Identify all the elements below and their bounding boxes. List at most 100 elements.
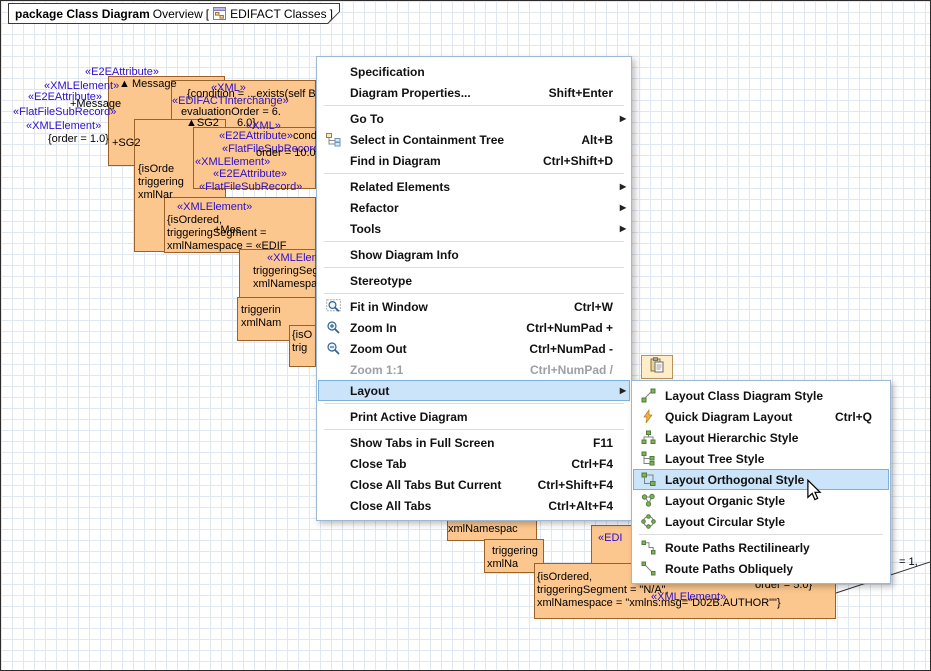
menu-item-refactor[interactable]: Refactor▶ (318, 197, 630, 218)
menu-item-label: Zoom In (350, 321, 397, 335)
menu-item-label: Find in Diagram (350, 154, 441, 168)
menu-item-related-elements[interactable]: Related Elements ▶ (318, 176, 630, 197)
stereotype-label: «EDI (598, 533, 622, 544)
menu-separator (324, 173, 624, 174)
diagram-text: xmlNamespace = "xmlns:msg="D02B.AUTHOR""… (537, 598, 781, 609)
menu-item-label: Close Tab (350, 457, 406, 471)
diagram-text: ▲ (119, 79, 130, 90)
lay-tree-icon (637, 451, 659, 467)
menu-item-shortcut: Ctrl+F4 (549, 457, 613, 471)
frame-keyword: package Class Diagram (15, 7, 150, 21)
stereotype-label: «FlatFileSubRecord» (199, 182, 302, 193)
menu-item-route-paths-obliquely[interactable]: Route Paths Obliquely (633, 558, 889, 579)
menu-item-label: Close All Tabs But Current (350, 478, 501, 492)
menu-item-layout[interactable]: Layout ▶ (318, 380, 630, 401)
menu-item-layout-class-diagram-style[interactable]: Layout Class Diagram Style (633, 385, 889, 406)
submenu-arrow-icon: ▶ (613, 182, 626, 191)
menu-item-label: Zoom Out (350, 342, 407, 356)
menu-icon-blank (322, 179, 344, 195)
menu-item-find-in-diagram[interactable]: Find in Diagram Ctrl+Shift+D (318, 150, 630, 171)
clipboard-button[interactable] (641, 355, 673, 379)
menu-item-label: Fit in Window (350, 300, 428, 314)
menu-item-close-tab[interactable]: Close Tab Ctrl+F4 (318, 453, 630, 474)
diagram-text: {isO (292, 330, 312, 341)
menu-icon-blank (322, 153, 344, 169)
menu-item-layout-hierarchic-style[interactable]: Layout Hierarchic Style (633, 427, 889, 448)
submenu-arrow-icon: ▶ (613, 203, 626, 212)
menu-icon-blank (322, 383, 344, 399)
lay-orth-icon (637, 472, 659, 488)
menu-item-shortcut: Ctrl+Q (813, 410, 872, 424)
submenu-arrow-icon: ▶ (613, 114, 626, 123)
route-rect-icon (637, 540, 659, 556)
stereotype-label: «E2EAttribute» (85, 67, 159, 78)
menu-item-shortcut: Ctrl+Shift+F4 (516, 478, 613, 492)
lay-quick-icon (637, 409, 659, 425)
menu-item-diagram-properties[interactable]: Diagram Properties...Shift+Enter (318, 82, 630, 103)
diagram-text: {isOrdered, (537, 572, 592, 583)
submenu-arrow-icon: ▶ (613, 386, 626, 395)
stereotype-label: «XMLElement» (177, 202, 252, 213)
menu-item-label: Layout Tree Style (665, 452, 764, 466)
menu-item-label: Related Elements (350, 180, 450, 194)
menu-item-show-diagram-info[interactable]: Show Diagram Info (318, 244, 630, 265)
menu-item-label: Route Paths Obliquely (665, 562, 793, 576)
menu-item-stereotype[interactable]: Stereotype (318, 270, 630, 291)
menu-item-close-all-tabs-but-current[interactable]: Close All Tabs But Current Ctrl+Shift+F4 (318, 474, 630, 495)
menu-item-print-active-diagram[interactable]: Print Active Diagram (318, 406, 630, 427)
menu-item-label: Layout (350, 384, 389, 398)
menu-item-label: Print Active Diagram (350, 410, 468, 424)
menu-item-show-tabs-in-full-screen[interactable]: Show Tabs in Full ScreenF11 (318, 432, 630, 453)
menu-item-zoom-in[interactable]: Zoom InCtrl+NumPad + (318, 317, 630, 338)
menu-item-go-to[interactable]: Go To ▶ (318, 108, 630, 129)
menu-icon-blank (322, 362, 344, 378)
menu-item-layout-organic-style[interactable]: Layout Organic Style (633, 490, 889, 511)
menu-item-zoom-out[interactable]: Zoom Out Ctrl+NumPad - (318, 338, 630, 359)
menu-item-fit-in-window[interactable]: Fit in WindowCtrl+W (318, 296, 630, 317)
diagram-text: xmlNar (138, 190, 173, 201)
menu-item-quick-diagram-layout[interactable]: Quick Diagram Layout Ctrl+Q (633, 406, 889, 427)
zoomout-icon (322, 341, 344, 357)
stereotype-label: «E2EAttribute» (213, 169, 287, 180)
menu-item-layout-tree-style[interactable]: Layout Tree Style (633, 448, 889, 469)
menu-icon-blank (322, 111, 344, 127)
class-diagram-icon (213, 7, 226, 20)
menu-item-label: Layout Hierarchic Style (665, 431, 798, 445)
diagram-text: xmlNam (241, 318, 281, 329)
menu-item-label: Show Diagram Info (350, 248, 459, 262)
route-obl-icon (637, 561, 659, 577)
menu-separator (324, 429, 624, 430)
menu-separator (324, 241, 624, 242)
diagram-text: ▲SG2 (186, 118, 219, 129)
menu-separator (324, 105, 624, 106)
menu-item-label: Quick Diagram Layout (665, 410, 792, 424)
menu-item-shortcut: Ctrl+Shift+D (521, 154, 613, 168)
menu-item-shortcut: Shift+Enter (527, 86, 613, 100)
submenu-arrow-icon: ▶ (613, 224, 626, 233)
menu-item-label: Layout Organic Style (665, 494, 785, 508)
menu-item-tools[interactable]: Tools▶ (318, 218, 630, 239)
stereotype-label: «E2EAttribute» (219, 131, 293, 142)
frame-diagram-name: EDIFACT Classes (230, 7, 326, 21)
stereotype-label: «XMLElement» (26, 121, 101, 132)
application-window: «E2EAttribute»«XMLElement»▲Message«XML»{… (0, 0, 931, 671)
diagram-text: xmlNamespac (253, 279, 323, 290)
menu-icon-blank (322, 477, 344, 493)
layout-submenu: Layout Class Diagram StyleQuick Diagram … (631, 380, 891, 584)
menu-item-layout-orthogonal-style[interactable]: Layout Orthogonal Style (633, 469, 889, 490)
menu-item-shortcut: F11 (571, 436, 613, 450)
menu-item-select-in-containment-tree[interactable]: Select in Containment TreeAlt+B (318, 129, 630, 150)
lay-hier-icon (637, 430, 659, 446)
diagram-frame-header[interactable]: package Class Diagram Overview [ EDIFACT… (8, 3, 340, 24)
diagram-text: xmlNamespace = «EDIF (167, 241, 287, 252)
menu-item-close-all-tabs[interactable]: Close All TabsCtrl+Alt+F4 (318, 495, 630, 516)
menu-icon-blank (322, 273, 344, 289)
menu-item-layout-circular-style[interactable]: Layout Circular Style (633, 511, 889, 532)
menu-item-route-paths-rectilinearly[interactable]: Route Paths Rectilinearly (633, 537, 889, 558)
menu-item-shortcut: Ctrl+NumPad - (507, 342, 613, 356)
menu-item-label: Go To (350, 112, 384, 126)
menu-icon-blank (322, 64, 344, 80)
menu-item-specification[interactable]: Specification (318, 61, 630, 82)
diagram-text: triggerin (241, 305, 281, 316)
frame-bracket-close: ] (330, 7, 333, 21)
